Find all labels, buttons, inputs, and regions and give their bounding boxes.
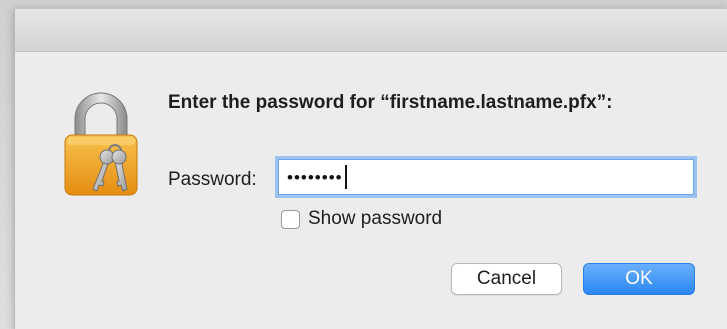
- show-password-checkbox[interactable]: [281, 209, 300, 229]
- cancel-button[interactable]: Cancel: [451, 263, 562, 295]
- dialog-titlebar: [15, 9, 727, 52]
- password-dialog: Enter the password for “firstname.lastna…: [14, 8, 727, 329]
- dialog-prompt: Enter the password for “firstname.lastna…: [168, 92, 613, 113]
- show-password-row[interactable]: Show password: [281, 208, 442, 230]
- ok-button[interactable]: OK: [583, 263, 695, 295]
- password-label: Password:: [168, 169, 257, 190]
- show-password-label[interactable]: Show password: [308, 208, 442, 230]
- padlock-keys-icon: [61, 89, 141, 199]
- password-field[interactable]: ••••••••: [278, 159, 694, 195]
- text-caret: [344, 165, 347, 189]
- password-masked-value: ••••••••: [287, 167, 343, 187]
